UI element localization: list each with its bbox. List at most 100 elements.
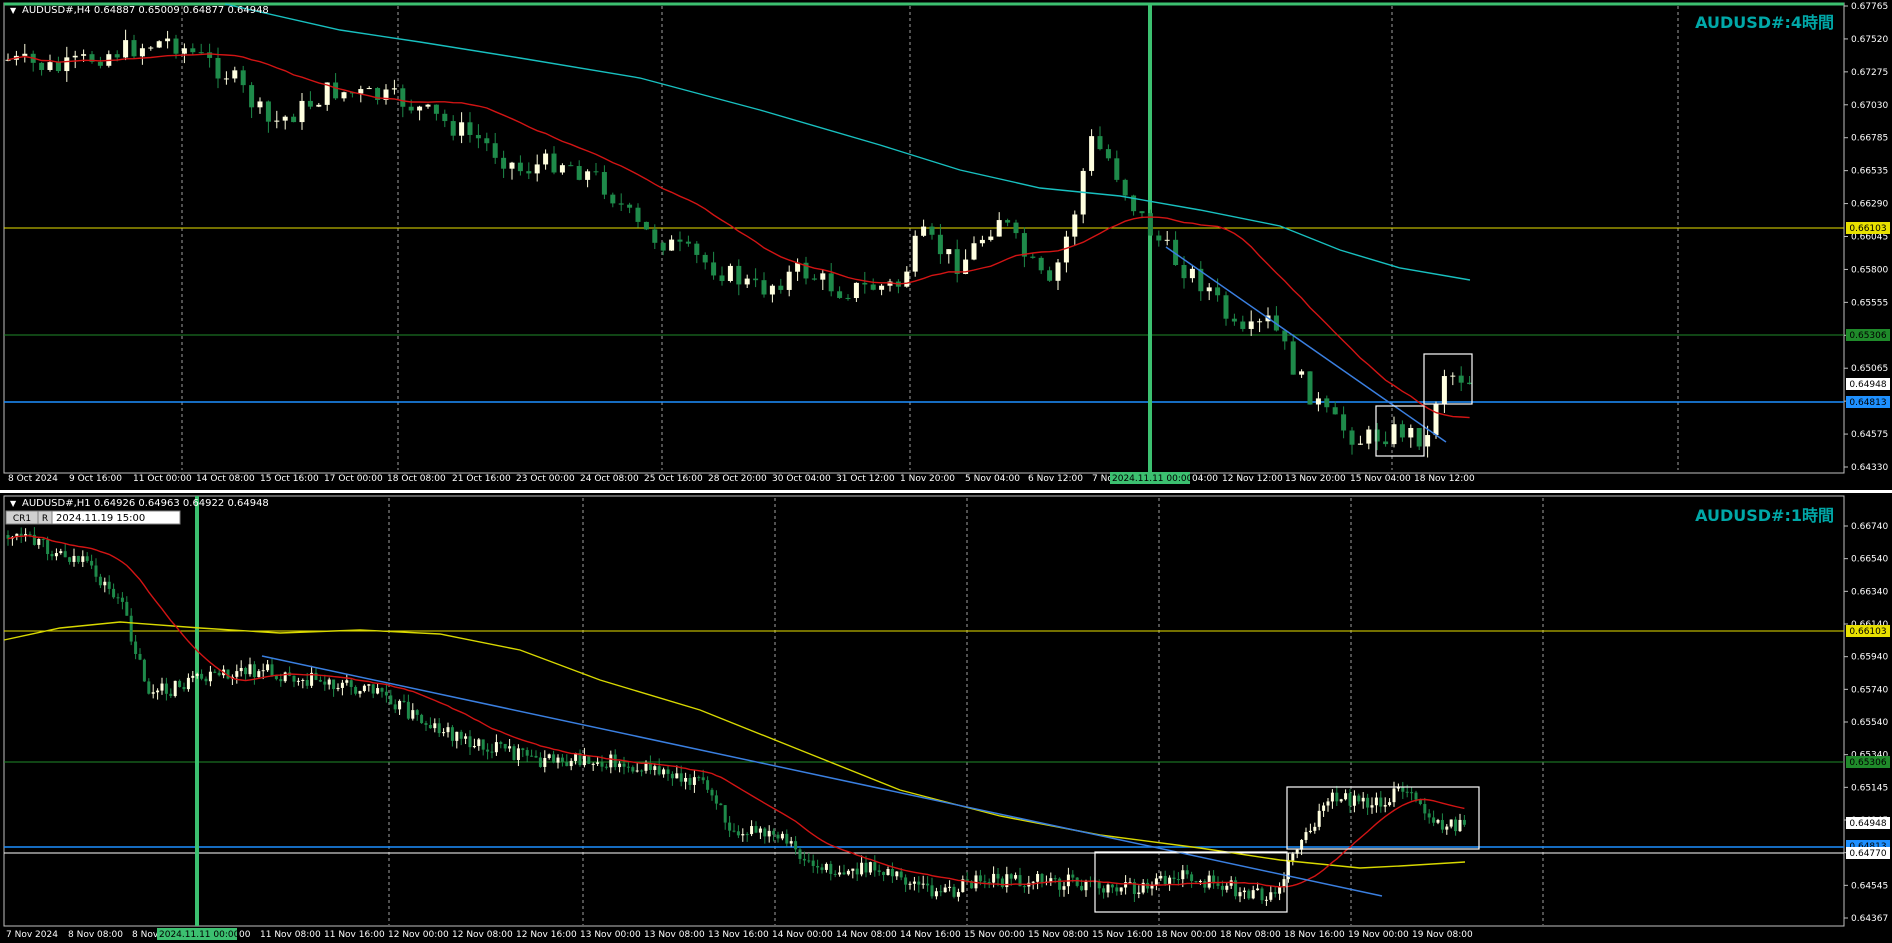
candle-body <box>899 871 903 878</box>
h4-tag-green: 0.65306 <box>1849 331 1886 341</box>
candle-body <box>1332 407 1338 415</box>
candle-body <box>776 834 780 839</box>
candle-body <box>425 104 431 107</box>
candle-body <box>745 834 749 836</box>
chart-canvas[interactable]: ▼ AUDUSD#,H4 0.64887 0.65009 0.64877 0.6… <box>0 0 1892 943</box>
candle-body <box>802 858 806 861</box>
candle-body <box>1388 802 1392 806</box>
candle-body <box>988 236 994 240</box>
price-label: 0.66340 <box>1851 587 1888 597</box>
h1-tag-white: 0.64770 <box>1849 849 1886 859</box>
candle-body <box>868 862 872 873</box>
candle-body <box>996 220 1002 237</box>
candle-body <box>677 239 683 242</box>
candle-body <box>631 767 635 772</box>
time-label: 18 Oct 08:00 <box>387 474 446 484</box>
h4-trendline[interactable] <box>1165 246 1447 443</box>
candle-body <box>261 670 265 672</box>
h4-time-highlight-after: 04:00 <box>1192 474 1218 484</box>
candle-body <box>59 551 63 554</box>
candle-body <box>987 881 991 883</box>
h4-box-2[interactable] <box>1423 353 1473 405</box>
candle-body <box>697 777 701 779</box>
candle-body <box>644 763 648 771</box>
h1-panel[interactable]: ▼ AUDUSD#,H1 0.64926 0.64963 0.64922 0.6… <box>3 495 1890 940</box>
candle-body <box>1194 881 1198 883</box>
candle-body <box>618 203 624 205</box>
candle-body <box>1423 804 1427 814</box>
h4-candles <box>5 29 1473 458</box>
candle-body <box>1357 795 1361 802</box>
candle-body <box>921 883 925 885</box>
candle-body <box>299 100 305 123</box>
candle-body <box>521 748 525 751</box>
candle-body <box>450 121 456 136</box>
candle-body <box>417 106 423 111</box>
candle-body <box>838 872 842 875</box>
candle-body <box>1304 832 1308 840</box>
candle-body <box>367 684 371 686</box>
candle-body <box>1344 793 1348 800</box>
candle-body <box>107 581 111 589</box>
candle-body <box>160 683 164 691</box>
svg-text:▼: ▼ <box>10 499 17 508</box>
h1-box-1[interactable] <box>1094 851 1288 913</box>
price-label: 0.65940 <box>1851 653 1888 663</box>
candle-body <box>1260 888 1264 901</box>
candle-body <box>643 221 649 230</box>
candle-body <box>702 254 708 263</box>
time-label: 15 Oct 16:00 <box>260 474 319 484</box>
candle-body <box>670 773 674 779</box>
time-label: 25 Oct 16:00 <box>644 474 703 484</box>
h1-crosshair-badges[interactable]: CR1 R 2024.11.19 15:00 <box>5 510 181 525</box>
candle-body <box>824 863 828 870</box>
candle-body <box>741 834 745 836</box>
candle-body <box>996 873 1000 879</box>
h1-info-bar: ▼ AUDUSD#,H1 0.64926 0.64963 0.64922 0.6… <box>10 498 269 509</box>
candle-body <box>318 679 322 682</box>
candle-body <box>851 868 855 871</box>
h4-time-axis[interactable]: 8 Oct 2024 9 Oct 16:00 11 Oct 00:00 14 Oct … <box>8 474 1475 484</box>
candle-body <box>1392 788 1396 803</box>
candle-body <box>1215 287 1221 296</box>
candle-body <box>587 755 591 764</box>
candle-body <box>116 597 120 599</box>
panel-divider[interactable] <box>0 490 1892 493</box>
candle-body <box>406 701 410 719</box>
candle-body <box>917 881 921 885</box>
candle-body <box>371 684 375 694</box>
candle-body <box>750 826 754 835</box>
candle-body <box>939 891 943 893</box>
candle-body <box>1110 884 1114 888</box>
candle-body <box>1225 885 1229 890</box>
candle-body <box>477 739 481 746</box>
candle-body <box>274 675 278 680</box>
h4-panel[interactable]: ▼ AUDUSD#,H4 0.64887 0.65009 0.64877 0.6… <box>3 2 1890 484</box>
candle-body <box>39 62 45 70</box>
h1-trendline[interactable] <box>261 655 1383 897</box>
candle-body <box>173 680 177 697</box>
candle-body <box>316 104 322 107</box>
h1-info-text: AUDUSD#,H1 0.64926 0.64963 0.64922 0.649… <box>22 498 269 509</box>
candle-body <box>72 55 78 58</box>
candle-body <box>336 687 340 690</box>
h1-price-axis[interactable]: 0.667400.665400.663400.661400.659400.657… <box>1844 522 1888 924</box>
candle-body <box>694 243 700 255</box>
candle-body <box>811 278 817 280</box>
candle-body <box>1164 239 1170 241</box>
h4-price-tags: 0.66103 0.65306 0.64948 0.64813 <box>1846 222 1890 408</box>
time-label: 12 Nov 00:00 <box>388 930 449 940</box>
candle-body <box>1080 885 1084 891</box>
candle-body <box>244 667 248 675</box>
h1-time-highlight: 2024.11.11 00:00 <box>159 930 240 940</box>
candle-body <box>142 659 146 682</box>
candle-body <box>1348 793 1352 806</box>
candle-body <box>252 664 256 678</box>
h4-tag-yellow: 0.66103 <box>1849 224 1886 234</box>
candle-body <box>1414 792 1418 800</box>
candle-body <box>1341 414 1347 431</box>
candle-body <box>200 673 204 679</box>
candle-body <box>688 777 692 785</box>
time-label: 31 Oct 12:00 <box>836 474 895 484</box>
candle-body <box>1168 877 1172 885</box>
